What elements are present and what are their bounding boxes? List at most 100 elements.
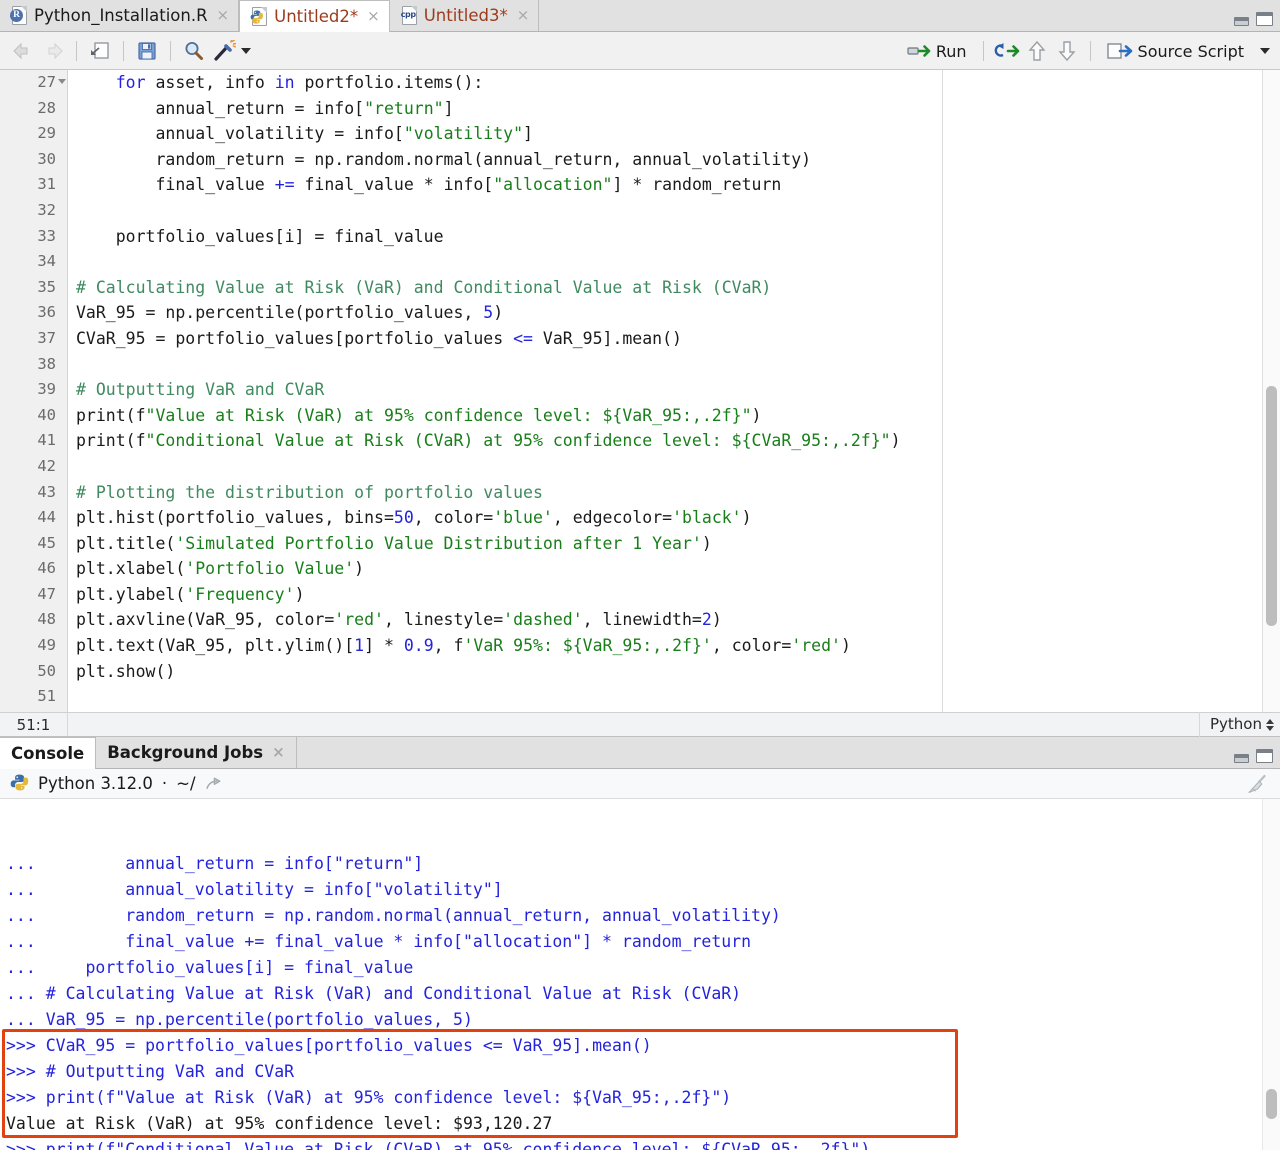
line-number: 27 bbox=[0, 70, 56, 96]
console-scrollbar-thumb[interactable] bbox=[1266, 1089, 1277, 1119]
code-line: 49plt.text(VaR_95, plt.ylim()[1] * 0.9, … bbox=[0, 633, 1262, 659]
console-line: ... # Calculating Value at Risk (VaR) an… bbox=[0, 981, 1280, 1007]
console-maximize-button[interactable] bbox=[1256, 749, 1273, 763]
console-line: Value at Risk (VaR) at 95% confidence le… bbox=[0, 1111, 1280, 1137]
code-tools-dropdown-button[interactable] bbox=[241, 48, 251, 54]
code-content[interactable]: 27 for asset, info in portfolio.items():… bbox=[0, 70, 1262, 712]
console-prompt: ... bbox=[6, 932, 46, 951]
console-tab-console[interactable]: Console bbox=[0, 737, 96, 769]
back-arrow-icon bbox=[12, 42, 34, 60]
code-line: 29 annual_volatility = info["volatility"… bbox=[0, 121, 1262, 147]
line-number: 33 bbox=[0, 224, 56, 250]
console-line-text: # Calculating Value at Risk (VaR) and Co… bbox=[46, 984, 741, 1003]
editor-tab-label: Untitled2* bbox=[274, 7, 358, 26]
console-panel-window-controls bbox=[1234, 749, 1273, 763]
working-directory-path[interactable]: ~/ bbox=[176, 774, 195, 793]
line-number: 39 bbox=[0, 377, 56, 403]
console-minimize-button[interactable] bbox=[1234, 754, 1249, 763]
source-previous-button[interactable] bbox=[1022, 38, 1052, 64]
source-script-button[interactable]: Source Script bbox=[1099, 37, 1252, 65]
code-line-text: annual_return = info["return"] bbox=[76, 96, 454, 122]
editor-scrollbar-thumb[interactable] bbox=[1266, 386, 1277, 626]
back-button[interactable] bbox=[8, 38, 38, 64]
fold-toggle-icon[interactable] bbox=[58, 79, 66, 84]
console-line-text: CVaR_95 = portfolio_values[portfolio_val… bbox=[46, 1036, 652, 1055]
forward-button[interactable] bbox=[38, 38, 68, 64]
console-prompt: >>> bbox=[6, 1088, 46, 1107]
console-line-text: print(f"Conditional Value at Risk (CVaR)… bbox=[46, 1140, 871, 1150]
code-editor-panel[interactable]: 27 for asset, info in portfolio.items():… bbox=[0, 70, 1280, 712]
source-dropdown-button[interactable] bbox=[1260, 48, 1270, 54]
console-line-text: annual_return = info["return"] bbox=[46, 854, 424, 873]
console-line-text: VaR_95 = np.percentile(portfolio_values,… bbox=[46, 1010, 473, 1029]
code-line-text: # Calculating Value at Risk (VaR) and Co… bbox=[76, 275, 771, 301]
code-line: 45plt.title('Simulated Portfolio Value D… bbox=[0, 531, 1262, 557]
line-number: 29 bbox=[0, 121, 56, 147]
separator-dot: · bbox=[162, 774, 167, 793]
show-in-new-window-button[interactable] bbox=[85, 38, 115, 64]
editor-tab-3[interactable]: cppUntitled3*× bbox=[390, 0, 540, 31]
line-number: 42 bbox=[0, 454, 56, 480]
code-line: 48plt.axvline(VaR_95, color='red', lines… bbox=[0, 607, 1262, 633]
source-next-button[interactable] bbox=[1052, 38, 1082, 64]
line-number: 28 bbox=[0, 96, 56, 122]
code-tools-icon bbox=[212, 40, 236, 62]
close-icon[interactable]: × bbox=[272, 745, 285, 760]
console-output-panel[interactable]: ... annual_return = info["return"]... an… bbox=[0, 799, 1280, 1150]
code-line-text: for asset, info in portfolio.items(): bbox=[76, 70, 483, 96]
console-prompt: ... bbox=[6, 958, 46, 977]
code-line-text: print(f"Conditional Value at Risk (CVaR)… bbox=[76, 428, 901, 454]
toolbar-divider-3 bbox=[170, 41, 171, 61]
language-label: Python bbox=[1210, 712, 1262, 737]
line-number: 38 bbox=[0, 352, 56, 378]
console-line: ... random_return = np.random.normal(ann… bbox=[0, 903, 1280, 929]
line-number: 44 bbox=[0, 505, 56, 531]
find-replace-button[interactable] bbox=[179, 38, 209, 64]
code-tools-button[interactable] bbox=[209, 38, 239, 64]
open-in-window-icon[interactable] bbox=[205, 776, 222, 792]
editor-minimize-button[interactable] bbox=[1234, 17, 1249, 26]
source-up-icon bbox=[1027, 40, 1047, 62]
console-tab-label: Console bbox=[11, 744, 84, 763]
code-line: 35# Calculating Value at Risk (VaR) and … bbox=[0, 275, 1262, 301]
toolbar-divider-1 bbox=[76, 41, 77, 61]
code-line: 40print(f"Value at Risk (VaR) at 95% con… bbox=[0, 403, 1262, 429]
forward-arrow-icon bbox=[42, 42, 64, 60]
console-lines: ... annual_return = info["return"]... an… bbox=[0, 851, 1280, 1150]
close-icon[interactable]: × bbox=[217, 8, 230, 23]
line-number: 41 bbox=[0, 428, 56, 454]
source-down-icon bbox=[1057, 40, 1077, 62]
console-line-text: print(f"Value at Risk (VaR) at 95% confi… bbox=[46, 1088, 731, 1107]
code-line-text: random_return = np.random.normal(annual_… bbox=[76, 147, 811, 173]
editor-tab-1[interactable]: RPython_Installation.R× bbox=[0, 0, 239, 31]
console-prompt: >>> bbox=[6, 1062, 46, 1081]
line-number: 37 bbox=[0, 326, 56, 352]
console-vertical-scrollbar[interactable] bbox=[1262, 799, 1280, 1150]
line-number: 50 bbox=[0, 659, 56, 685]
show-in-new-window-icon bbox=[89, 41, 111, 61]
broom-clear-console-icon bbox=[1246, 774, 1268, 795]
console-line: ... portfolio_values[i] = final_value bbox=[0, 955, 1280, 981]
clear-console-button[interactable] bbox=[1246, 774, 1268, 799]
language-selector[interactable]: Python bbox=[1199, 712, 1274, 737]
run-button[interactable]: Run bbox=[899, 37, 975, 65]
code-line: 47plt.ylabel('Frequency') bbox=[0, 582, 1262, 608]
navigation-buttons-group bbox=[8, 38, 68, 64]
source-script-label: Source Script bbox=[1138, 42, 1244, 61]
console-tab-background-jobs[interactable]: Background Jobs× bbox=[96, 737, 296, 768]
code-line: 39# Outputting VaR and CVaR bbox=[0, 377, 1262, 403]
editor-toolbar: Run Source Script bbox=[0, 32, 1280, 70]
rerun-button[interactable] bbox=[992, 38, 1022, 64]
console-info-bar: Python 3.12.0 · ~/ bbox=[0, 769, 1280, 799]
save-button[interactable] bbox=[132, 38, 162, 64]
console-line-text: random_return = np.random.normal(annual_… bbox=[46, 906, 781, 925]
search-icon bbox=[183, 40, 205, 62]
python-file-icon bbox=[250, 7, 267, 27]
editor-maximize-button[interactable] bbox=[1256, 12, 1273, 26]
chevron-down-icon bbox=[241, 48, 251, 54]
close-icon[interactable]: × bbox=[517, 8, 530, 23]
editor-tab-2[interactable]: Untitled2* × bbox=[239, 0, 390, 32]
console-line: >>> print(f"Value at Risk (VaR) at 95% c… bbox=[0, 1085, 1280, 1111]
close-icon[interactable]: × bbox=[367, 9, 380, 24]
editor-vertical-scrollbar[interactable] bbox=[1262, 70, 1280, 712]
